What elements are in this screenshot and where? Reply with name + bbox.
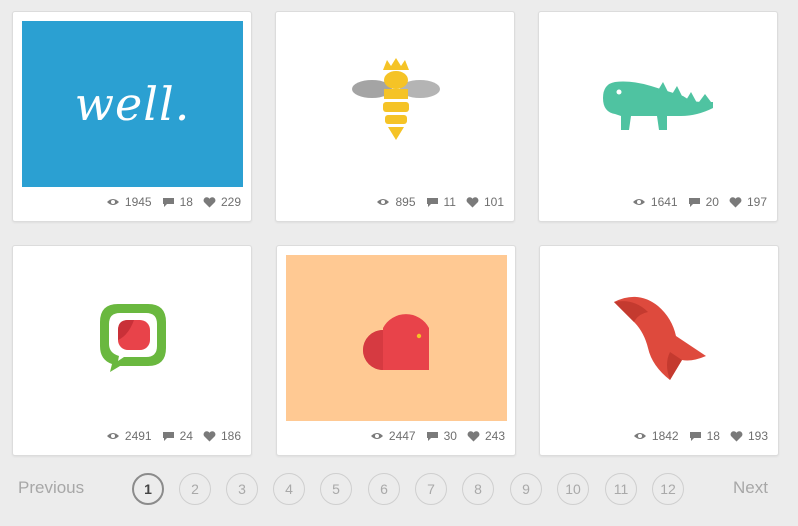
shot-thumbnail[interactable] xyxy=(286,255,507,421)
page-12-button[interactable]: 12 xyxy=(652,473,684,505)
likes-stat[interactable]: 243 xyxy=(467,429,505,443)
heart-door-logo xyxy=(362,314,429,370)
shot-stats: 2491 24 186 xyxy=(106,429,241,443)
speech-bubble-icon xyxy=(426,431,438,441)
page-1-button[interactable]: 1 xyxy=(132,473,164,505)
page-4-button[interactable]: 4 xyxy=(273,473,305,505)
shot-card[interactable]: 1842 18 193 xyxy=(539,245,779,456)
next-page-link[interactable]: Next xyxy=(733,478,768,498)
shot-stats: 1641 20 197 xyxy=(632,195,767,209)
views-stat: 2491 xyxy=(106,429,152,443)
shot-card[interactable]: 895 11 101 xyxy=(275,11,515,222)
views-count: 2491 xyxy=(124,429,152,443)
pagination: Previous 1 2 3 4 5 6 7 8 9 10 11 12 Next xyxy=(0,470,798,510)
views-stat: 1842 xyxy=(633,429,679,443)
shot-stats: 2447 30 243 xyxy=(370,429,505,443)
likes-stat[interactable]: 229 xyxy=(203,195,241,209)
eye-icon xyxy=(106,199,119,205)
page-7-button[interactable]: 7 xyxy=(415,473,447,505)
comments-count: 11 xyxy=(443,195,456,209)
views-count: 1641 xyxy=(650,195,678,209)
likes-stat[interactable]: 186 xyxy=(203,429,241,443)
speech-bubble-icon xyxy=(688,197,700,207)
shot-card[interactable]: 1641 20 197 xyxy=(538,11,778,222)
crocodile-logo xyxy=(602,81,713,130)
views-stat: 1945 xyxy=(106,195,152,209)
heart-icon xyxy=(467,430,480,441)
shot-stats: 895 11 101 xyxy=(376,195,504,209)
views-count: 2447 xyxy=(388,429,416,443)
shot-card[interactable]: 2491 24 186 xyxy=(12,245,252,456)
likes-count: 101 xyxy=(483,195,504,209)
heart-icon xyxy=(466,196,479,207)
page-3-button[interactable]: 3 xyxy=(226,473,258,505)
shot-thumbnail[interactable] xyxy=(285,21,506,187)
comments-stat: 11 xyxy=(426,195,456,209)
well-wordmark: well. xyxy=(74,77,191,131)
page-6-button[interactable]: 6 xyxy=(368,473,400,505)
speech-bubble-icon xyxy=(162,197,174,207)
likes-stat[interactable]: 197 xyxy=(729,195,767,209)
speech-bubble-icon xyxy=(689,431,701,441)
likes-count: 197 xyxy=(746,195,767,209)
likes-stat[interactable]: 193 xyxy=(730,429,768,443)
shot-thumbnail[interactable] xyxy=(22,255,243,421)
heart-icon xyxy=(203,430,216,441)
comments-count: 20 xyxy=(705,195,719,209)
comments-count: 30 xyxy=(443,429,457,443)
shot-thumbnail[interactable] xyxy=(549,255,770,421)
comments-stat: 18 xyxy=(689,429,720,443)
speech-bubble-icon xyxy=(162,431,174,441)
comments-stat: 24 xyxy=(162,429,193,443)
shot-card[interactable]: 2447 30 243 xyxy=(276,245,516,456)
shot-thumbnail[interactable] xyxy=(548,21,769,187)
eye-icon xyxy=(377,199,390,205)
page-9-button[interactable]: 9 xyxy=(510,473,542,505)
views-count: 895 xyxy=(395,195,416,209)
likes-count: 229 xyxy=(220,195,241,209)
eye-icon xyxy=(632,199,645,205)
views-count: 1842 xyxy=(651,429,679,443)
likes-count: 243 xyxy=(484,429,505,443)
views-stat: 895 xyxy=(376,195,416,209)
page-10-button[interactable]: 10 xyxy=(557,473,589,505)
eye-icon xyxy=(106,433,119,439)
page-5-button[interactable]: 5 xyxy=(320,473,352,505)
views-stat: 1641 xyxy=(632,195,678,209)
page-8-button[interactable]: 8 xyxy=(462,473,494,505)
views-count: 1945 xyxy=(124,195,152,209)
page-2-button[interactable]: 2 xyxy=(179,473,211,505)
comments-stat: 18 xyxy=(162,195,193,209)
goat-head-logo xyxy=(613,296,706,380)
speech-bubble-icon xyxy=(426,197,438,207)
likes-count: 193 xyxy=(747,429,768,443)
likes-stat[interactable]: 101 xyxy=(466,195,504,209)
comments-count: 24 xyxy=(179,429,193,443)
previous-page-link[interactable]: Previous xyxy=(18,478,84,498)
bee-with-crown-logo xyxy=(351,58,440,140)
likes-count: 186 xyxy=(220,429,241,443)
speech-bubble-logo xyxy=(99,304,166,372)
comments-stat: 20 xyxy=(688,195,719,209)
eye-icon xyxy=(633,433,646,439)
comments-count: 18 xyxy=(179,195,193,209)
shot-thumbnail[interactable]: well. xyxy=(22,21,243,187)
comments-stat: 30 xyxy=(426,429,457,443)
views-stat: 2447 xyxy=(370,429,416,443)
comments-count: 18 xyxy=(706,429,720,443)
eye-icon xyxy=(370,433,383,439)
heart-icon xyxy=(729,196,742,207)
shot-card[interactable]: well. 1945 18 229 xyxy=(12,11,252,222)
shot-stats: 1842 18 193 xyxy=(633,429,768,443)
shot-stats: 1945 18 229 xyxy=(106,195,241,209)
page-11-button[interactable]: 11 xyxy=(605,473,637,505)
heart-icon xyxy=(730,430,743,441)
heart-icon xyxy=(203,196,216,207)
